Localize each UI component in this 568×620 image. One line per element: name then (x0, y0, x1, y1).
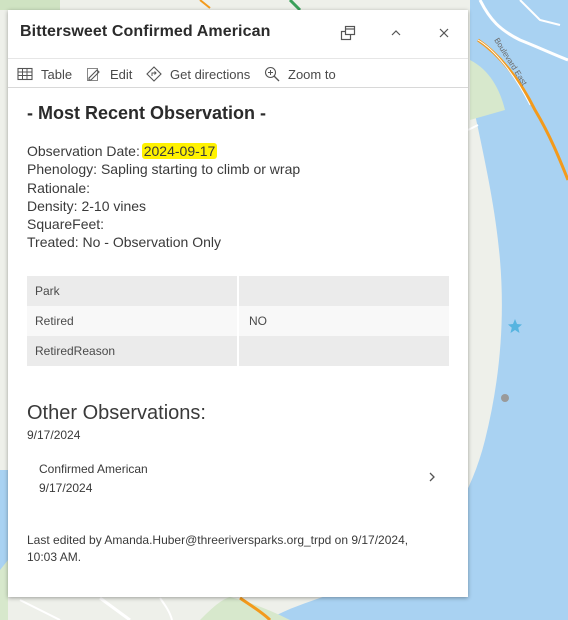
table-row: Retired NO (27, 306, 449, 336)
directions-action[interactable]: Get directions (146, 65, 250, 83)
observation-details: Observation Date: 2024-09-17 Phenology: … (27, 142, 300, 252)
action-bar: Table Edit Get directions Zoom to (8, 58, 468, 88)
table-action[interactable]: Table (17, 65, 72, 83)
chevron-up-icon (391, 30, 401, 36)
zoom-to-action-label: Zoom to (288, 66, 336, 82)
attribute-value: NO (238, 306, 449, 336)
other-observations-date: 9/17/2024 (27, 428, 81, 442)
zoom-to-action[interactable]: Zoom to (264, 65, 336, 83)
close-icon (439, 28, 449, 38)
collapse-button[interactable] (385, 22, 407, 44)
dock-icon (340, 25, 356, 41)
rationale: Rationale: (27, 179, 91, 196)
directions-action-label: Get directions (170, 66, 251, 82)
observation-date-label: Observation Date: (27, 143, 144, 159)
observation-date-value: 2024-09-17 (141, 143, 218, 159)
attribute-key: Retired (27, 306, 239, 336)
table-icon (17, 67, 33, 81)
attribute-table: Park Retired NO RetiredReason (27, 276, 449, 366)
phenology: Phenology: Sapling starting to climb or … (27, 161, 301, 178)
popup-title: Bittersweet Confirmed American (20, 23, 271, 40)
last-edited-info: Last edited by Amanda.Huber@threeriversp… (27, 533, 409, 564)
table-row: Park (27, 276, 449, 306)
other-observations-heading: Other Observations: (27, 402, 206, 424)
point-marker-icon[interactable] (501, 394, 509, 402)
observation-date: Observation Date: 2024-09-17 (27, 142, 300, 160)
popup-content: - Most Recent Observation - Observation … (8, 90, 468, 597)
edit-action[interactable]: Edit (86, 65, 132, 83)
popup-header: Bittersweet Confirmed American (8, 10, 468, 56)
directions-icon (146, 66, 162, 82)
attribute-key: RetiredReason (27, 336, 239, 366)
zoom-in-icon (264, 66, 280, 82)
edit-action-label: Edit (110, 66, 133, 82)
related-record-title: Confirmed American (39, 462, 148, 476)
density: Density: 2-10 vines (27, 197, 147, 214)
related-record-item[interactable]: Confirmed American 9/17/2024 (27, 452, 449, 500)
observation-heading: - Most Recent Observation - (27, 103, 267, 123)
attribute-value (238, 276, 449, 306)
square-feet: SquareFeet: (27, 216, 105, 233)
feature-popup: Bittersweet Confirmed American Table Edi… (8, 10, 468, 597)
table-action-label: Table (41, 66, 73, 82)
table-row: RetiredReason (27, 336, 449, 366)
edit-icon (87, 68, 100, 81)
treated: Treated: No - Observation Only (27, 234, 222, 251)
related-record-date: 9/17/2024 (39, 481, 93, 495)
dock-button[interactable] (337, 22, 359, 44)
close-button[interactable] (433, 22, 455, 44)
chevron-right-icon (427, 470, 437, 488)
attribute-value (238, 336, 449, 366)
attribute-key: Park (27, 276, 239, 306)
